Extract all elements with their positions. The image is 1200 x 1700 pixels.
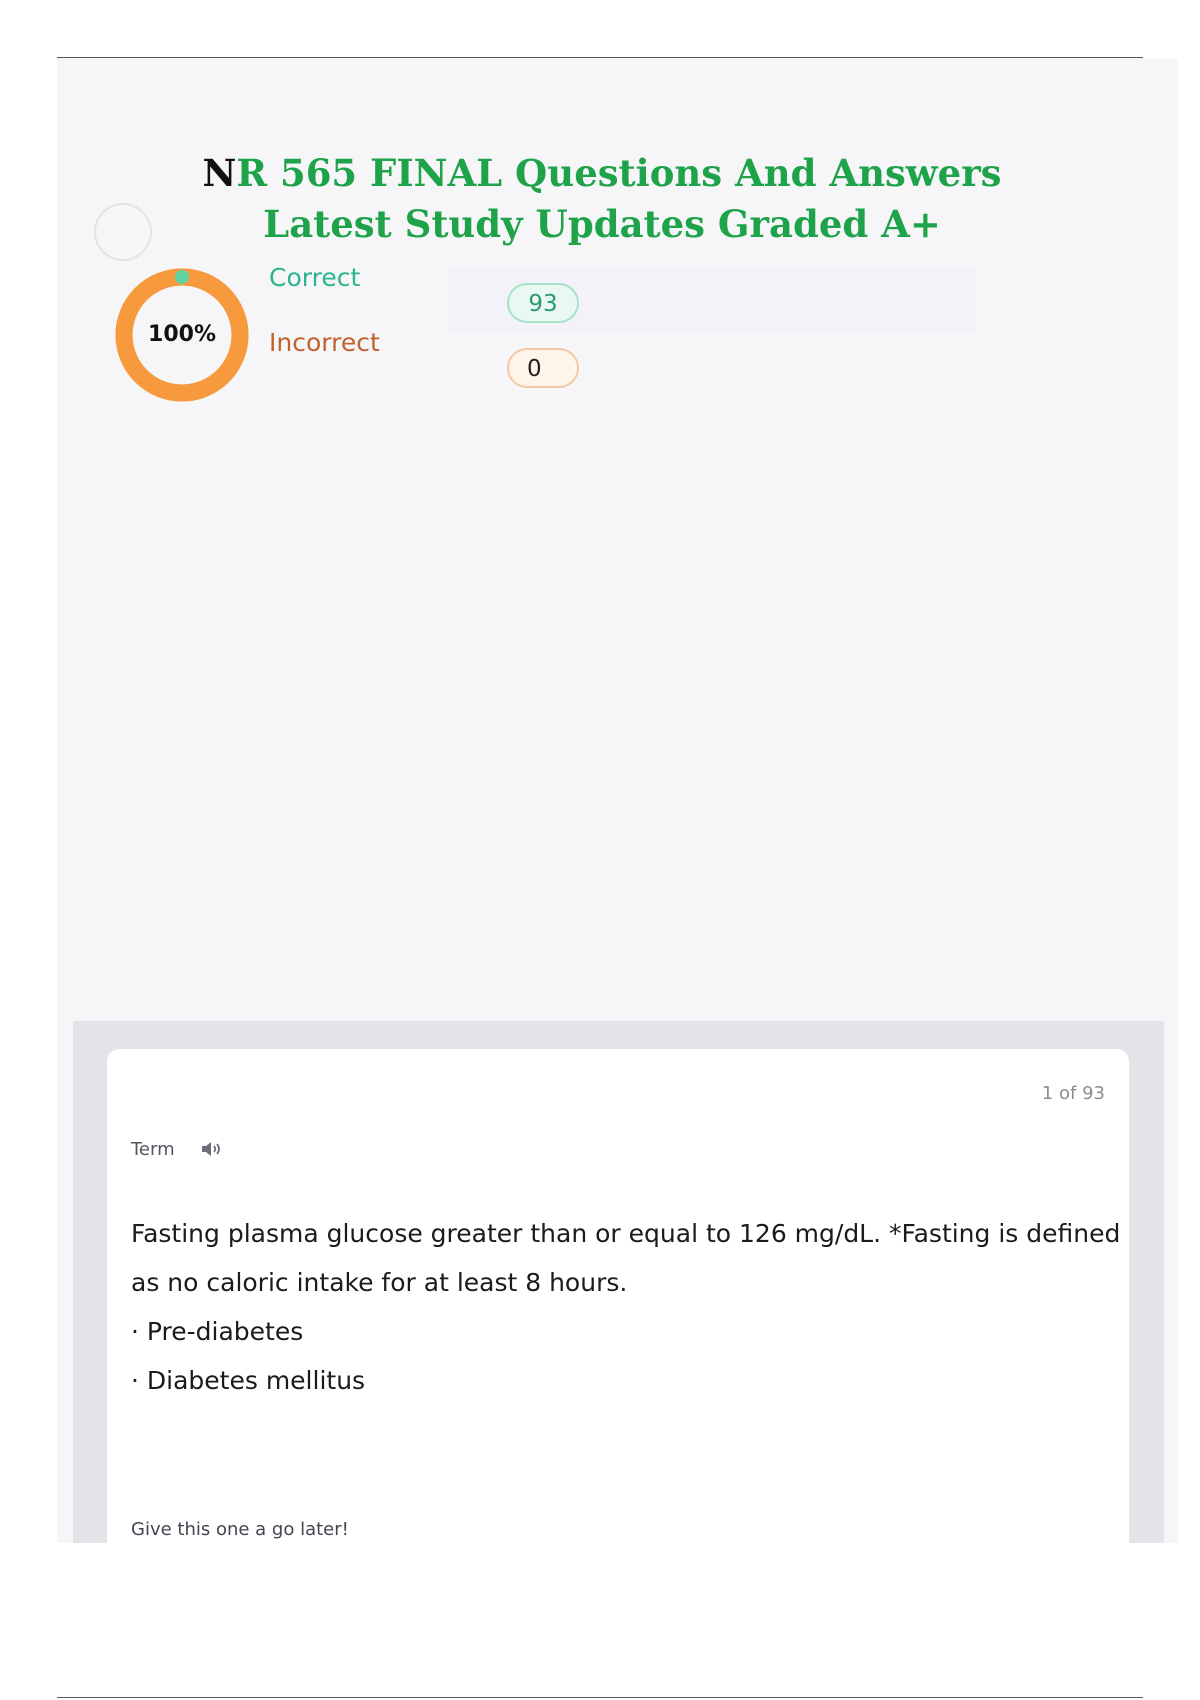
flashcard[interactable]: 1 of 93 Term Fasting plasma glucose grea… xyxy=(107,1049,1129,1543)
card-definition: Fasting plasma glucose greater than or e… xyxy=(131,1209,1121,1405)
incorrect-label: Incorrect xyxy=(269,328,380,357)
correct-count-badge: 93 xyxy=(507,283,579,323)
card-side-label: Term xyxy=(131,1139,175,1160)
skip-later-link[interactable]: Give this one a go later! xyxy=(131,1519,349,1540)
score-percent: 100% xyxy=(148,322,216,347)
speaker-icon[interactable] xyxy=(200,1139,222,1159)
title-initial: N xyxy=(202,151,237,195)
flashcard-area: 1 of 93 Term Fasting plasma glucose grea… xyxy=(73,1021,1164,1543)
correct-label: Correct xyxy=(269,263,361,292)
bottom-rule xyxy=(57,1697,1143,1698)
page-sheet: NR 565 FINAL Questions And Answers Lates… xyxy=(57,58,1178,1543)
incorrect-count-badge: 0 xyxy=(507,348,579,388)
option-item: · Pre-diabetes xyxy=(131,1317,304,1346)
definition-text: Fasting plasma glucose greater than or e… xyxy=(131,1219,1121,1297)
title-text: R 565 FINAL Questions And Answers Latest… xyxy=(236,151,1002,246)
option-item: · Diabetes mellitus xyxy=(131,1366,366,1395)
faint-circle-decoration xyxy=(94,203,152,261)
document-title: NR 565 FINAL Questions And Answers Lates… xyxy=(152,148,1052,250)
card-counter: 1 of 93 xyxy=(1041,1083,1105,1104)
